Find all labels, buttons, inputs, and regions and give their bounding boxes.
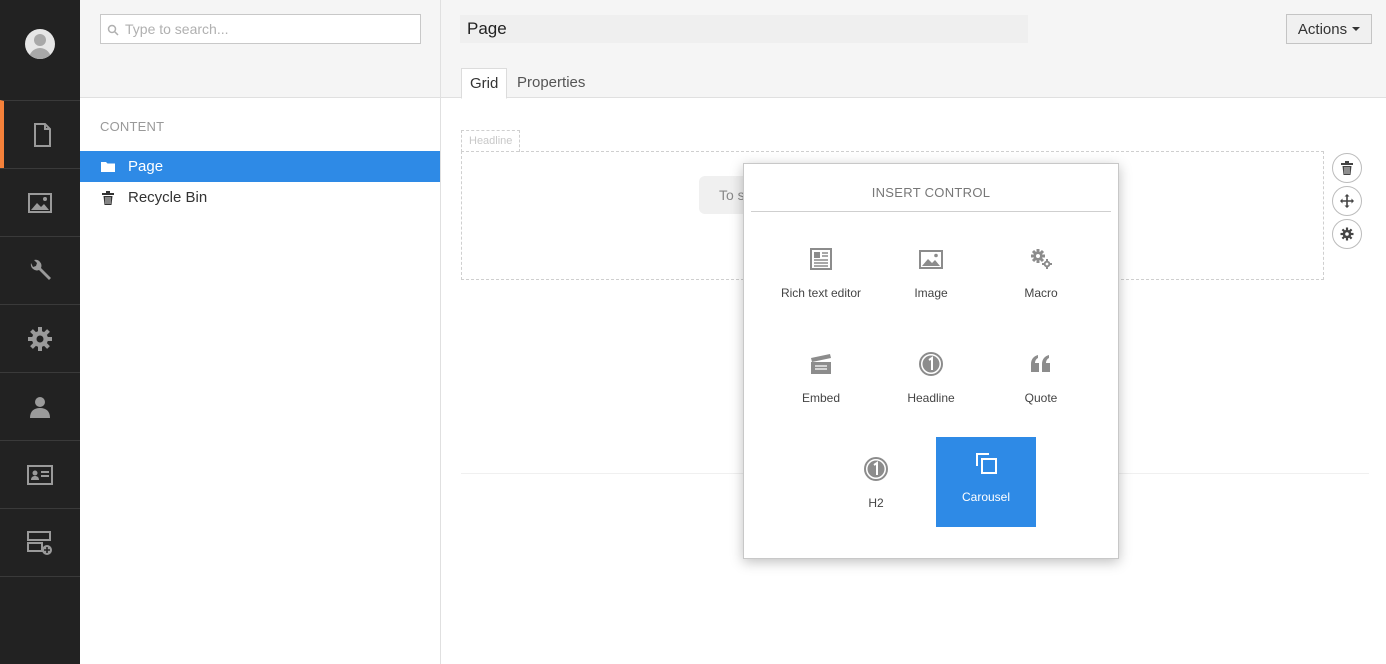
control-label: Macro xyxy=(1024,286,1058,300)
control-label: Quote xyxy=(1024,391,1058,405)
control-h2[interactable]: H2 xyxy=(826,443,926,533)
tab-grid[interactable]: Grid xyxy=(461,68,508,99)
tree-node-label: Page xyxy=(128,158,164,175)
control-label: Image xyxy=(914,286,948,300)
search-input[interactable] xyxy=(125,15,415,43)
numbered-circle-icon xyxy=(919,352,943,376)
section-developer[interactable] xyxy=(0,236,80,304)
move-icon xyxy=(1340,194,1354,208)
trash-icon xyxy=(1341,161,1353,175)
cogs-icon xyxy=(1031,249,1052,269)
control-label: Headline xyxy=(907,391,955,405)
folder-icon xyxy=(101,160,115,174)
control-embed[interactable]: Embed xyxy=(771,338,871,428)
move-cell-button[interactable] xyxy=(1332,186,1362,216)
control-carousel[interactable]: Carousel xyxy=(936,437,1036,527)
rich-text-icon xyxy=(810,248,832,270)
control-label: Embed xyxy=(801,391,841,405)
user-avatar[interactable] xyxy=(25,29,55,59)
sections-sidebar xyxy=(0,0,80,664)
gear-icon xyxy=(28,326,52,351)
wrench-icon xyxy=(30,259,51,280)
tree-section-label: CONTENT xyxy=(100,119,165,134)
search-icon xyxy=(107,24,119,36)
user-icon xyxy=(30,396,50,418)
delete-cell-button[interactable] xyxy=(1332,153,1362,183)
image-icon xyxy=(919,250,943,269)
section-members[interactable] xyxy=(0,440,80,508)
actions-button[interactable]: Actions xyxy=(1286,14,1372,44)
tree-node-label: Recycle Bin xyxy=(128,189,208,206)
insert-control-dialog: INSERT CONTROL Rich text editor Image Ma… xyxy=(743,163,1119,559)
control-label: Rich text editor xyxy=(780,286,862,300)
form-add-icon xyxy=(27,530,52,555)
control-headline[interactable]: Headline xyxy=(881,338,981,428)
carousel-icon xyxy=(976,453,997,474)
tree-search[interactable] xyxy=(100,14,421,44)
document-icon xyxy=(34,122,51,147)
section-media[interactable] xyxy=(0,168,80,236)
section-settings[interactable] xyxy=(0,304,80,372)
editor-header: Page Actions Grid Properties xyxy=(441,0,1386,99)
tab-properties[interactable]: Properties xyxy=(509,68,593,99)
control-label: Carousel xyxy=(961,490,1011,504)
section-divider xyxy=(0,576,80,577)
section-forms[interactable] xyxy=(0,508,80,576)
tree-node-recycle-bin[interactable]: Recycle Bin xyxy=(80,182,440,213)
control-image[interactable]: Image xyxy=(881,233,981,323)
gear-icon xyxy=(1340,227,1354,241)
caret-down-icon xyxy=(1352,27,1361,31)
tree-header xyxy=(80,0,440,98)
dialog-separator xyxy=(751,211,1111,212)
control-rich-text-editor[interactable]: Rich text editor xyxy=(771,233,871,323)
section-content[interactable] xyxy=(0,100,80,168)
cell-settings-button[interactable] xyxy=(1332,219,1362,249)
quote-icon xyxy=(1031,355,1050,372)
tree-node-page[interactable]: Page xyxy=(80,151,440,182)
id-card-icon xyxy=(27,464,53,485)
control-quote[interactable]: Quote xyxy=(991,338,1091,428)
actions-label: Actions xyxy=(1297,20,1348,38)
image-icon xyxy=(28,192,52,213)
cell-headline-tag: Headline xyxy=(461,130,521,152)
dialog-title: INSERT CONTROL xyxy=(871,185,991,200)
page-name-field[interactable]: Page xyxy=(460,15,1028,43)
control-macro[interactable]: Macro xyxy=(991,233,1091,323)
clapperboard-icon xyxy=(811,354,831,374)
numbered-circle-icon xyxy=(864,457,888,481)
section-users[interactable] xyxy=(0,372,80,440)
content-tree-panel: CONTENT Page Recycle Bin xyxy=(80,0,441,664)
trash-icon xyxy=(101,190,115,205)
app-window: CONTENT Page Recycle Bin Page Actions Gr… xyxy=(0,0,1386,664)
control-label: H2 xyxy=(868,496,884,510)
